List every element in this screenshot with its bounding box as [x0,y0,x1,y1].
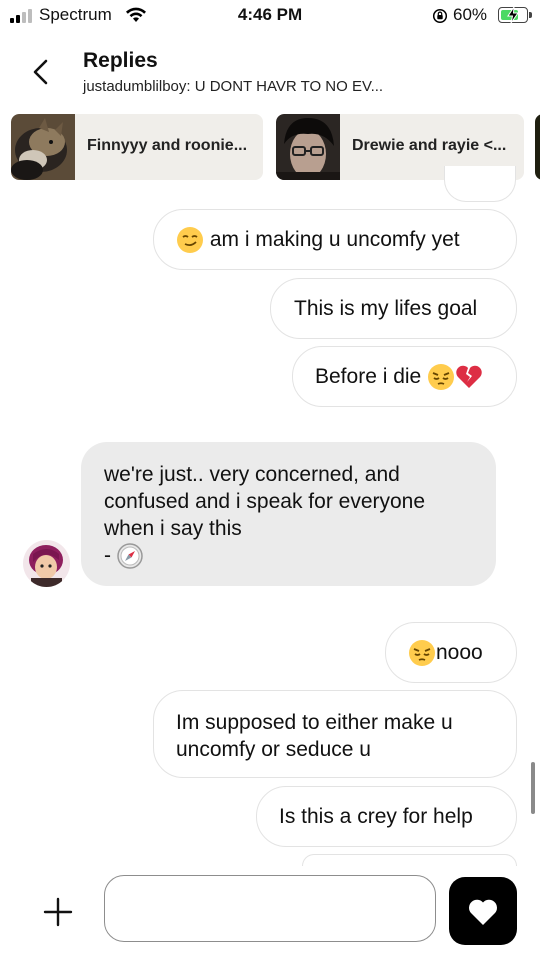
broken-heart-icon [456,366,482,389]
message-text-line: confused and i speak for everyone [104,490,426,513]
reply-thread-chip[interactable]: Finnyyy and roonie... [11,114,263,180]
status-bar: Spectrum 4:46 PM 60% [0,0,540,32]
pensive-face-icon [428,364,455,391]
reply-thread-label: Drewie and rayie <... [352,137,507,154]
pensive-face-icon [409,640,435,667]
message-bubble-incoming: we're just.. very concerned, and confuse… [81,442,496,586]
orientation-lock-icon [432,8,448,24]
message-bubble-outgoing: This is my lifes goal [270,278,517,339]
message-text-line: when i say this [104,517,242,540]
smirking-face-icon [177,227,203,254]
person-thumbnail [276,114,340,180]
heart-icon [469,899,497,925]
message-text-line-signature: - [104,542,496,570]
message-text-line: uncomfy or seduce u [176,738,371,761]
send-heart-button[interactable] [449,877,517,945]
battery-charging-icon [498,7,528,23]
message-bubble-outgoing: nooo [385,622,517,683]
battery-nub [529,12,532,18]
message-bubble-outgoing: am i making u uncomfy yet [153,209,517,270]
compass-icon [117,543,143,570]
message-bubble-outgoing: Is this a crey for help [256,786,517,847]
message-text: Is this a crey for help [279,805,473,828]
chevron-left-icon[interactable] [28,58,54,86]
message-text: This is my lifes goal [294,297,478,320]
page-title: Replies [83,49,158,72]
reply-thread-label: Finnyyy and roonie... [87,137,248,154]
message-text-line: we're just.. very concerned, and [104,463,400,486]
message-text: Before i die [315,365,422,388]
message-bubble-outgoing: Before i die [292,346,517,407]
avatar[interactable] [23,540,70,587]
message-bubble-partial [444,166,516,202]
wolf-thumbnail [11,114,75,180]
scrollbar[interactable] [531,762,535,814]
battery-percent: 60% [453,5,488,24]
message-text: am i making u uncomfy yet [209,228,460,251]
thread-subtitle: justadumblilboy: U DONT HAVR TO NO EV... [83,78,384,95]
message-text: nooo [436,641,483,664]
message-input[interactable] [104,875,436,942]
message-text-line: Im supposed to either make u [176,711,453,734]
reply-thread-chip-partial[interactable] [535,114,540,180]
message-bubble-outgoing: Im supposed to either make u uncomfy or … [153,690,517,778]
message-bubble-partial [302,854,517,866]
plus-icon[interactable] [43,897,73,927]
